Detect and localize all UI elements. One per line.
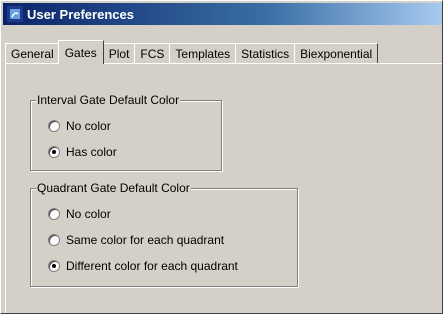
tab-label: FCS — [140, 47, 165, 61]
radio-checked-icon[interactable] — [48, 146, 60, 158]
radio-unchecked-icon[interactable] — [48, 234, 60, 246]
interval-gate-group-legend: Interval Gate Default Color — [36, 93, 181, 107]
tab-strip: General Gates Plot FCS Templates Statist… — [5, 40, 442, 64]
radio-checked-icon[interactable] — [48, 260, 60, 272]
user-preferences-window: User Preferences General Gates Plot FCS … — [0, 0, 443, 314]
option-label: Different color for each quadrant — [66, 259, 238, 273]
tab-statistics[interactable]: Statistics — [235, 43, 296, 64]
quadrant-no-color-option[interactable]: No color — [48, 207, 111, 221]
radio-unchecked-icon[interactable] — [48, 208, 60, 220]
tab-general[interactable]: General — [5, 43, 60, 64]
tab-fcs[interactable]: FCS — [134, 43, 171, 64]
option-label: Same color for each quadrant — [66, 233, 225, 247]
tab-label: Statistics — [241, 47, 290, 61]
tab-label: Gates — [64, 45, 97, 60]
java-app-icon — [7, 6, 23, 22]
option-label: No color — [66, 207, 111, 221]
window-title: User Preferences — [27, 6, 134, 22]
tab-label: General — [11, 47, 54, 61]
interval-no-color-option[interactable]: No color — [48, 119, 111, 133]
interval-gate-group: Interval Gate Default Color No color Has… — [30, 93, 222, 171]
quadrant-gate-group-legend: Quadrant Gate Default Color — [36, 181, 191, 195]
tab-gates[interactable]: Gates — [57, 40, 104, 64]
tab-label: Templates — [175, 47, 231, 61]
tab-templates[interactable]: Templates — [169, 43, 237, 64]
interval-has-color-option[interactable]: Has color — [48, 145, 117, 159]
option-label: Has color — [66, 145, 117, 159]
tab-plot[interactable]: Plot — [102, 43, 136, 64]
gates-tab-panel: Interval Gate Default Color No color Has… — [5, 63, 442, 313]
tab-label: Biexponential — [300, 47, 373, 61]
quadrant-different-color-option[interactable]: Different color for each quadrant — [48, 259, 238, 273]
quadrant-gate-group: Quadrant Gate Default Color No color Sam… — [30, 181, 298, 287]
quadrant-same-color-option[interactable]: Same color for each quadrant — [48, 233, 224, 247]
option-label: No color — [66, 119, 111, 133]
title-bar[interactable]: User Preferences — [3, 3, 442, 25]
tab-biexponential[interactable]: Biexponential — [294, 43, 379, 64]
radio-unchecked-icon[interactable] — [48, 120, 60, 132]
tab-label: Plot — [108, 47, 130, 61]
